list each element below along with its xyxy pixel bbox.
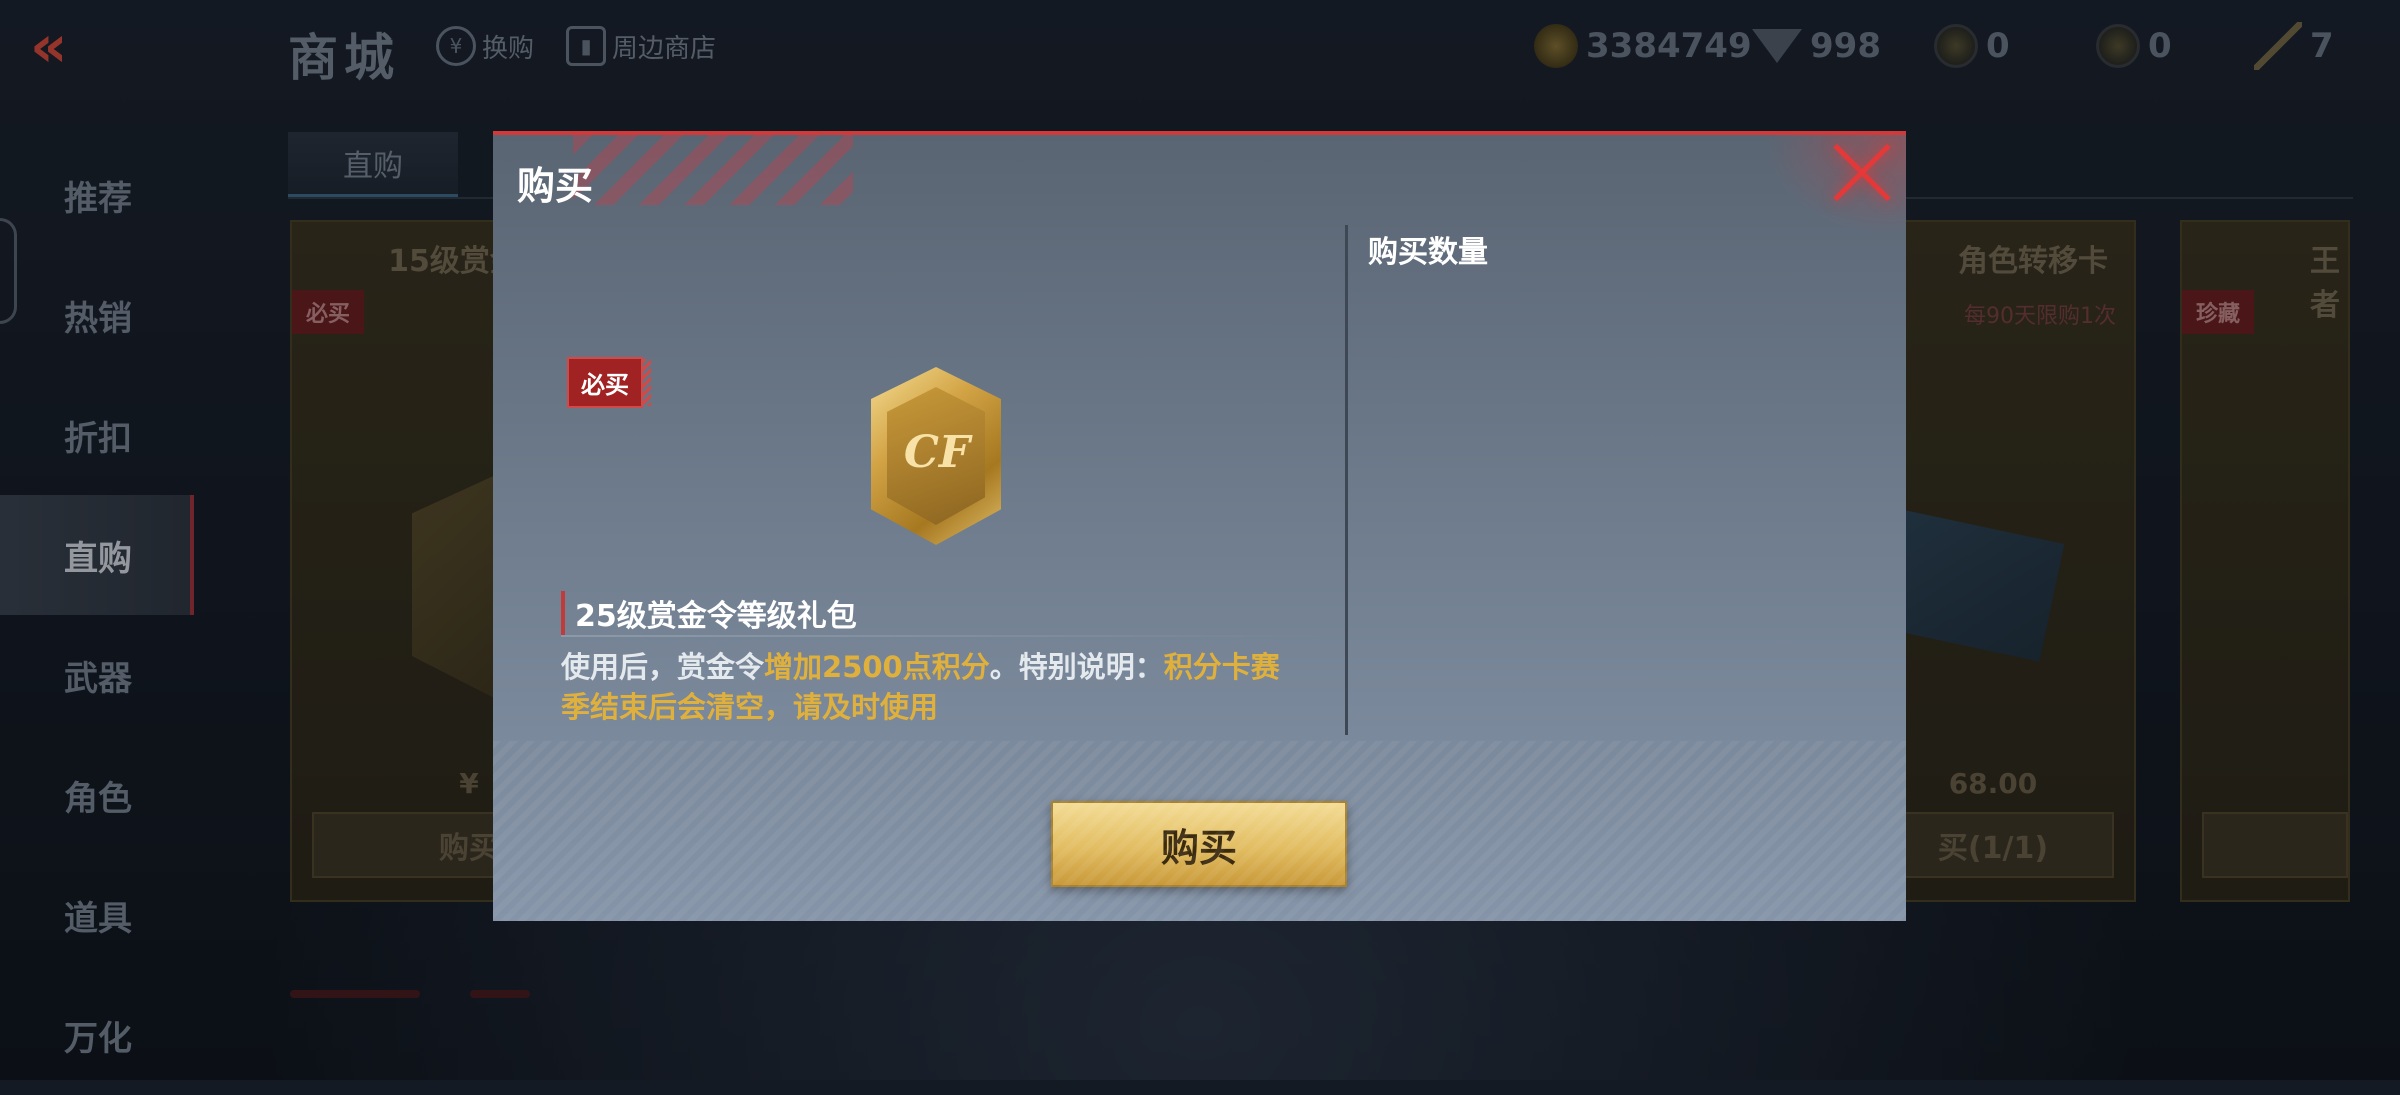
purchase-modal: 购买 必买 CF 25级赏金令等级礼包 使用后，赏金令增加2500点积分。特别说…: [493, 131, 1906, 921]
panel-divider: [1345, 225, 1348, 735]
desc-text: 使用后，赏金令: [561, 650, 765, 684]
must-buy-badge: 必买: [567, 357, 651, 408]
buy-button[interactable]: 购买: [1051, 801, 1347, 887]
quantity-label: 购买数量: [1368, 235, 1488, 270]
desc-text: 。特别说明：: [989, 650, 1164, 684]
item-divider: [561, 635, 1321, 637]
modal-title: 购买: [517, 164, 594, 208]
desc-highlight: 增加2500点积分: [764, 650, 990, 684]
title-stripes: [573, 135, 853, 205]
emblem-logo-text: CF: [903, 427, 971, 478]
item-description: 使用后，赏金令增加2500点积分。特别说明：积分卡赛季结束后会清空，请及时使用: [561, 647, 1301, 727]
close-x-icon[interactable]: [1828, 139, 1894, 205]
item-name: 25级赏金令等级礼包: [561, 591, 857, 635]
